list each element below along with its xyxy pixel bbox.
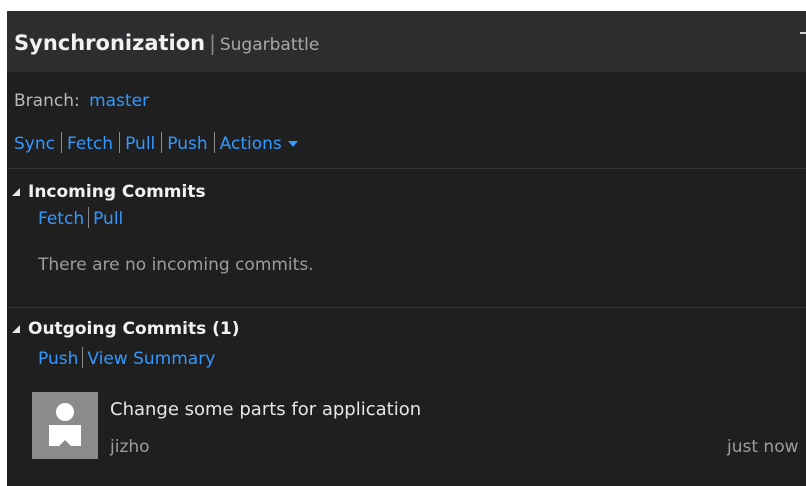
caret-down-icon	[287, 141, 298, 147]
title-main: Synchronization	[14, 31, 206, 55]
panel-header: Synchronization | Sugarbattle	[7, 11, 806, 72]
branch-link[interactable]: master	[89, 91, 149, 111]
view-summary-link[interactable]: View Summary	[87, 349, 215, 369]
fetch-link[interactable]: Fetch	[67, 134, 113, 154]
push-link[interactable]: Push	[167, 134, 207, 154]
expanded-triangle-icon	[12, 325, 20, 333]
expanded-triangle-icon	[12, 188, 20, 196]
divider	[7, 307, 806, 308]
incoming-actions: Fetch Pull	[38, 207, 123, 230]
outgoing-commits-header[interactable]: Outgoing Commits (1)	[12, 318, 240, 340]
incoming-empty-message: There are no incoming commits.	[38, 255, 314, 275]
separator	[161, 132, 163, 153]
pin-icon[interactable]	[800, 32, 806, 34]
commit-author: jizho	[110, 437, 150, 457]
incoming-pull-link[interactable]: Pull	[93, 209, 123, 229]
title-separator: |	[209, 31, 216, 55]
repository-name: Sugarbattle	[219, 35, 320, 55]
divider	[7, 168, 806, 169]
outgoing-commits-title: Outgoing Commits (1)	[28, 319, 240, 339]
outgoing-push-link[interactable]: Push	[38, 349, 78, 369]
page-title: Synchronization | Sugarbattle	[14, 30, 319, 58]
incoming-commits-header[interactable]: Incoming Commits	[12, 181, 206, 203]
separator	[60, 132, 62, 153]
separator	[88, 207, 90, 228]
synchronization-panel: Synchronization | Sugarbattle Branch: mast…	[7, 11, 806, 486]
incoming-fetch-link[interactable]: Fetch	[38, 209, 84, 229]
branch-row: Branch: master	[14, 90, 149, 112]
separator	[82, 347, 84, 368]
sync-actions-bar: Sync Fetch Pull Push Actions	[14, 132, 298, 155]
separator	[213, 132, 215, 153]
commit-time: just now	[727, 437, 799, 457]
actions-label: Actions	[219, 134, 282, 154]
avatar-silhouette-icon	[49, 403, 81, 446]
user-avatar-icon	[32, 392, 98, 459]
commit-message: Change some parts for application	[110, 399, 422, 420]
incoming-commits-title: Incoming Commits	[28, 182, 206, 202]
sync-link[interactable]: Sync	[14, 134, 55, 154]
branch-label: Branch:	[14, 91, 80, 111]
pull-link[interactable]: Pull	[125, 134, 155, 154]
outgoing-actions: Push View Summary	[38, 347, 215, 370]
separator	[119, 132, 121, 153]
actions-dropdown[interactable]: Actions	[220, 134, 298, 154]
